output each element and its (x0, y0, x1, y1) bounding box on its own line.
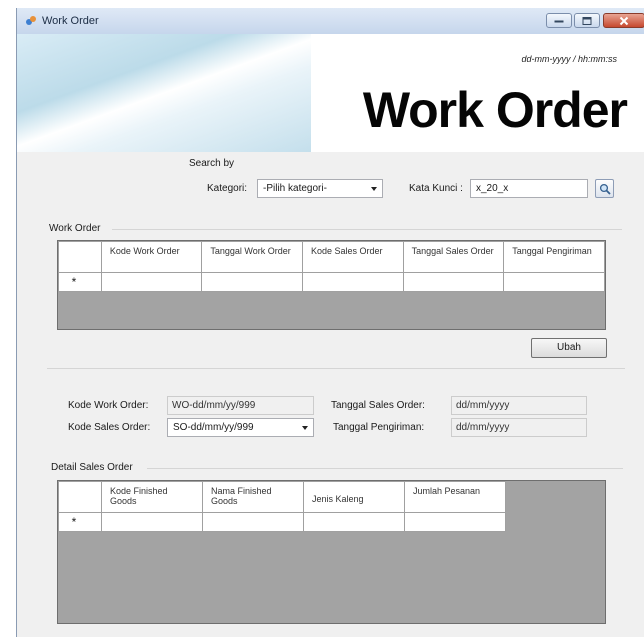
maximize-button[interactable] (574, 13, 600, 28)
work-order-group-label: Work Order (49, 223, 101, 234)
new-row-marker: * (71, 515, 77, 529)
grid-cell[interactable] (202, 512, 304, 532)
maximize-icon (582, 16, 592, 25)
chevron-down-icon (302, 426, 308, 430)
kata-kunci-label: Kata Kunci : (409, 183, 463, 194)
tanggal-pengiriman-field: dd/mm/yyyy (451, 418, 587, 437)
work-order-group-bottom-line (47, 368, 625, 369)
app-icon (26, 16, 36, 25)
work-order-window: Work Order dd-mm-yyyy / hh:mm:ss Work Or… (16, 8, 644, 637)
work-order-table: Kode Work Order Tanggal Work Order Kode … (58, 241, 605, 292)
new-row-header[interactable]: * (58, 272, 102, 292)
detail-group-line (147, 468, 623, 469)
grid-cell[interactable] (101, 512, 203, 532)
header-banner (17, 34, 311, 152)
chevron-down-icon (371, 187, 377, 191)
grid-cell[interactable] (303, 512, 405, 532)
column-header[interactable]: Tanggal Work Order (201, 241, 304, 273)
column-header[interactable]: Nama Finished Goods (202, 481, 304, 513)
column-header[interactable]: Kode Finished Goods (101, 481, 203, 513)
grid-cell[interactable] (302, 272, 404, 292)
column-header[interactable]: Tanggal Sales Order (402, 241, 505, 273)
work-order-group-line (112, 229, 622, 230)
ubah-button[interactable]: Ubah (531, 338, 607, 358)
kategori-value: -Pilih kategori- (263, 183, 327, 194)
search-by-label: Search by (189, 158, 235, 169)
header-panel: dd-mm-yyyy / hh:mm:ss Work Order (17, 34, 644, 152)
grid-cell[interactable] (503, 272, 605, 292)
page-title: Work Order (362, 82, 628, 138)
grid-cell[interactable] (404, 512, 506, 532)
column-header[interactable]: Kode Sales Order (302, 241, 404, 273)
search-button[interactable] (595, 179, 614, 198)
kata-kunci-value: x_20_x (476, 183, 509, 194)
kode-sales-order-combobox[interactable]: SO-dd/mm/yy/999 (167, 418, 314, 437)
grid-corner (58, 241, 102, 273)
kode-work-order-field: WO-dd/mm/yy/999 (167, 396, 314, 415)
minimize-button[interactable] (546, 13, 572, 28)
tanggal-pengiriman-label: Tanggal Pengiriman: (333, 422, 425, 433)
detail-sales-order-grid[interactable]: Kode Finished Goods Nama Finished Goods … (57, 480, 606, 624)
grid-cell[interactable] (402, 272, 505, 292)
detail-sales-order-table: Kode Finished Goods Nama Finished Goods … (58, 481, 506, 532)
column-header[interactable]: Tanggal Pengiriman (503, 241, 605, 273)
window-title: Work Order (42, 15, 99, 27)
new-row-header[interactable]: * (58, 512, 102, 532)
column-header[interactable]: Kode Work Order (100, 241, 203, 273)
datetime-label: dd-mm-yyyy / hh:mm:ss (521, 54, 617, 64)
kategori-combobox[interactable]: -Pilih kategori- (257, 179, 383, 198)
column-header[interactable]: Jenis Kaleng (303, 481, 405, 513)
close-button[interactable] (603, 13, 644, 28)
close-icon (619, 16, 629, 25)
tanggal-sales-order-value: dd/mm/yyyy (456, 400, 510, 411)
grid-corner (58, 481, 102, 513)
tanggal-sales-order-label: Tanggal Sales Order: (331, 400, 425, 411)
kata-kunci-input[interactable]: x_20_x (470, 179, 588, 198)
tanggal-sales-order-field: dd/mm/yyyy (451, 396, 587, 415)
kode-sales-order-value: SO-dd/mm/yy/999 (173, 422, 254, 433)
grid-cell[interactable] (201, 272, 304, 292)
title-bar: Work Order (17, 8, 644, 35)
detail-sales-order-group-label: Detail Sales Order (51, 462, 133, 473)
kategori-label: Kategori: (207, 183, 248, 194)
tanggal-pengiriman-value: dd/mm/yyyy (456, 422, 510, 433)
grid-cell[interactable] (100, 272, 203, 292)
kode-work-order-label: Kode Work Order: (68, 400, 149, 411)
kode-work-order-value: WO-dd/mm/yy/999 (172, 400, 256, 411)
minimize-icon (554, 20, 564, 22)
search-icon (599, 183, 611, 195)
kode-sales-order-label: Kode Sales Order: (68, 422, 151, 433)
new-row-marker: * (71, 275, 77, 289)
work-order-grid[interactable]: Kode Work Order Tanggal Work Order Kode … (57, 240, 606, 330)
column-header[interactable]: Jumlah Pesanan (404, 481, 506, 513)
